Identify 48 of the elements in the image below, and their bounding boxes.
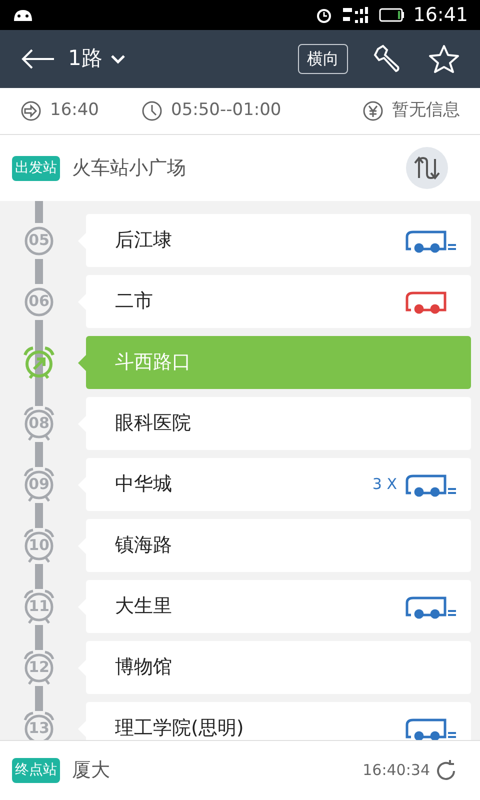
stop-number: 06 [28,291,50,312]
stop-name: 大生里 [115,594,172,620]
stop-number: 05 [28,230,50,252]
battery-icon [379,8,406,22]
stop-number: 13 [28,718,50,740]
end-station-badge: 终点站 [12,758,60,783]
chevron-down-icon [110,54,126,64]
stop-card[interactable]: 后江埭 [86,214,471,267]
yen-icon [362,100,384,122]
stop-card[interactable]: 理工学院(思明) [86,702,471,740]
stop-name: 后江埭 [115,228,172,254]
end-station-name: 厦大 [72,758,110,784]
stop-number: 10 [28,535,50,556]
stop-number: 12 [28,657,50,678]
start-station-name: 火车站小广场 [72,156,186,181]
start-station-badge: 出发站 [12,156,60,180]
stop-number: 09 [28,474,50,496]
orientation-button[interactable]: 横向 [298,44,348,74]
update-time: 16:40:34 [362,760,430,782]
stop-card[interactable]: 镇海路 [86,519,471,572]
back-button[interactable] [20,48,56,70]
route-dropdown[interactable]: 1路 [68,43,126,75]
reverse-direction-button[interactable] [406,147,448,189]
fare-info: 暂无信息 [392,99,460,122]
service-hours: 05:50--01:00 [171,99,282,122]
stop-card[interactable]: 二市 [86,275,471,328]
stop-name: 二市 [115,289,153,314]
clock-icon [141,100,163,122]
stop-number: 11 [28,596,50,618]
stop-name: 斗西路口 [115,350,191,376]
stop-card[interactable]: 眼科医院 [86,397,471,450]
stop-name: 中华城 [115,472,172,498]
alarm-icon [315,6,334,24]
refresh-icon[interactable] [434,758,458,782]
reverse-icon [413,156,441,180]
stop-number: 08 [28,413,50,434]
stop-name: 眼科医院 [115,411,191,436]
favorite-star-button[interactable] [428,43,460,75]
clock-time: 16:41 [413,2,468,28]
stop-card[interactable]: 中华城 3 X [86,458,471,511]
stop-name: 博物馆 [115,655,172,680]
stop-card[interactable]: 大生里 [86,580,471,633]
departure-time: 16:40 [50,99,99,122]
stop-name: 镇海路 [115,533,172,558]
bus-count: 3 X [372,474,397,496]
stop-card[interactable]: 博物馆 [86,641,471,694]
android-icon [12,7,34,23]
stop-name: 理工学院(思明) [115,716,244,740]
